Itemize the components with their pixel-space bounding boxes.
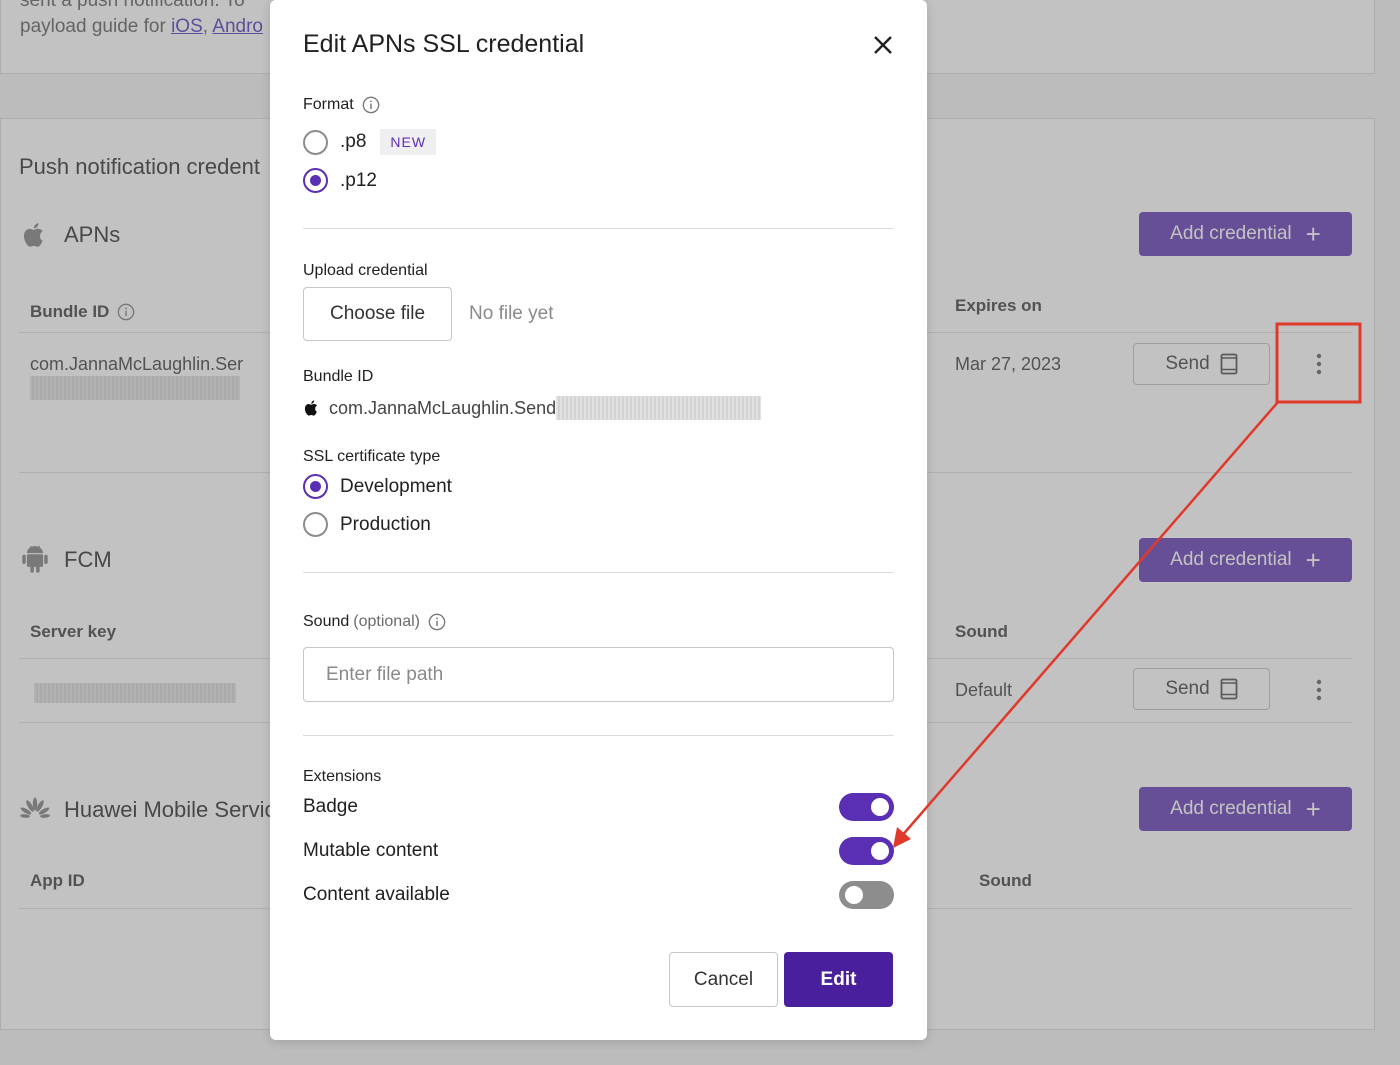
extension-mutable-content-label: Mutable content bbox=[303, 840, 439, 861]
extension-badge-label: Badge bbox=[303, 796, 358, 817]
info-icon[interactable] bbox=[362, 96, 380, 114]
ssl-option-production[interactable]: Production bbox=[303, 512, 431, 537]
upload-label: Upload credential bbox=[303, 262, 428, 279]
format-option-p8[interactable]: .p8 NEW bbox=[303, 129, 437, 155]
ssl-option-development[interactable]: Development bbox=[303, 474, 452, 499]
close-icon[interactable] bbox=[870, 32, 896, 58]
format-label: Format bbox=[303, 96, 380, 114]
radio-production[interactable] bbox=[303, 512, 328, 537]
modal-title: Edit APNs SSL credential bbox=[303, 30, 585, 58]
edit-button[interactable]: Edit bbox=[784, 952, 893, 1007]
mutable-content-toggle[interactable] bbox=[839, 837, 894, 865]
sound-label-text: Sound bbox=[303, 613, 350, 630]
format-option-p12-label: .p12 bbox=[340, 169, 377, 191]
content-available-toggle[interactable] bbox=[839, 881, 894, 909]
ssl-type-label: SSL certificate type bbox=[303, 448, 441, 465]
extension-mutable-content: Mutable content bbox=[303, 837, 894, 865]
extension-content-available: Content available bbox=[303, 881, 894, 909]
apple-icon bbox=[304, 400, 317, 416]
radio-p12[interactable] bbox=[303, 168, 328, 193]
badge-toggle[interactable] bbox=[839, 793, 894, 821]
format-label-text: Format bbox=[303, 96, 354, 113]
format-option-p8-label: .p8 bbox=[340, 131, 367, 152]
bundle-id-value: com.JannaMcLaughlin.Send bbox=[303, 396, 762, 420]
ssl-option-development-label: Development bbox=[340, 475, 452, 497]
radio-development[interactable] bbox=[303, 474, 328, 499]
new-badge: NEW bbox=[380, 129, 437, 155]
file-status: No file yet bbox=[469, 303, 554, 324]
extension-content-available-label: Content available bbox=[303, 884, 450, 905]
sound-label: Sound (optional) bbox=[303, 613, 446, 631]
bundle-id-label: Bundle ID bbox=[303, 368, 374, 385]
extensions-label: Extensions bbox=[303, 768, 382, 785]
ssl-option-production-label: Production bbox=[340, 513, 431, 535]
cancel-button[interactable]: Cancel bbox=[669, 952, 778, 1007]
optional-hint: (optional) bbox=[353, 613, 420, 630]
extension-badge: Badge bbox=[303, 793, 894, 821]
sound-file-path-input[interactable] bbox=[303, 647, 894, 702]
bundle-id-text: com.JannaMcLaughlin.Send bbox=[329, 397, 557, 418]
divider bbox=[303, 735, 894, 736]
divider bbox=[303, 228, 894, 229]
format-option-p12[interactable]: .p12 bbox=[303, 168, 377, 193]
radio-p8[interactable] bbox=[303, 129, 328, 155]
info-icon[interactable] bbox=[428, 613, 446, 631]
choose-file-button[interactable]: Choose file bbox=[303, 287, 452, 341]
divider bbox=[303, 572, 894, 573]
redacted-text bbox=[556, 396, 762, 420]
edit-credential-modal: Edit APNs SSL credential Format .p8 NEW … bbox=[270, 0, 927, 1040]
